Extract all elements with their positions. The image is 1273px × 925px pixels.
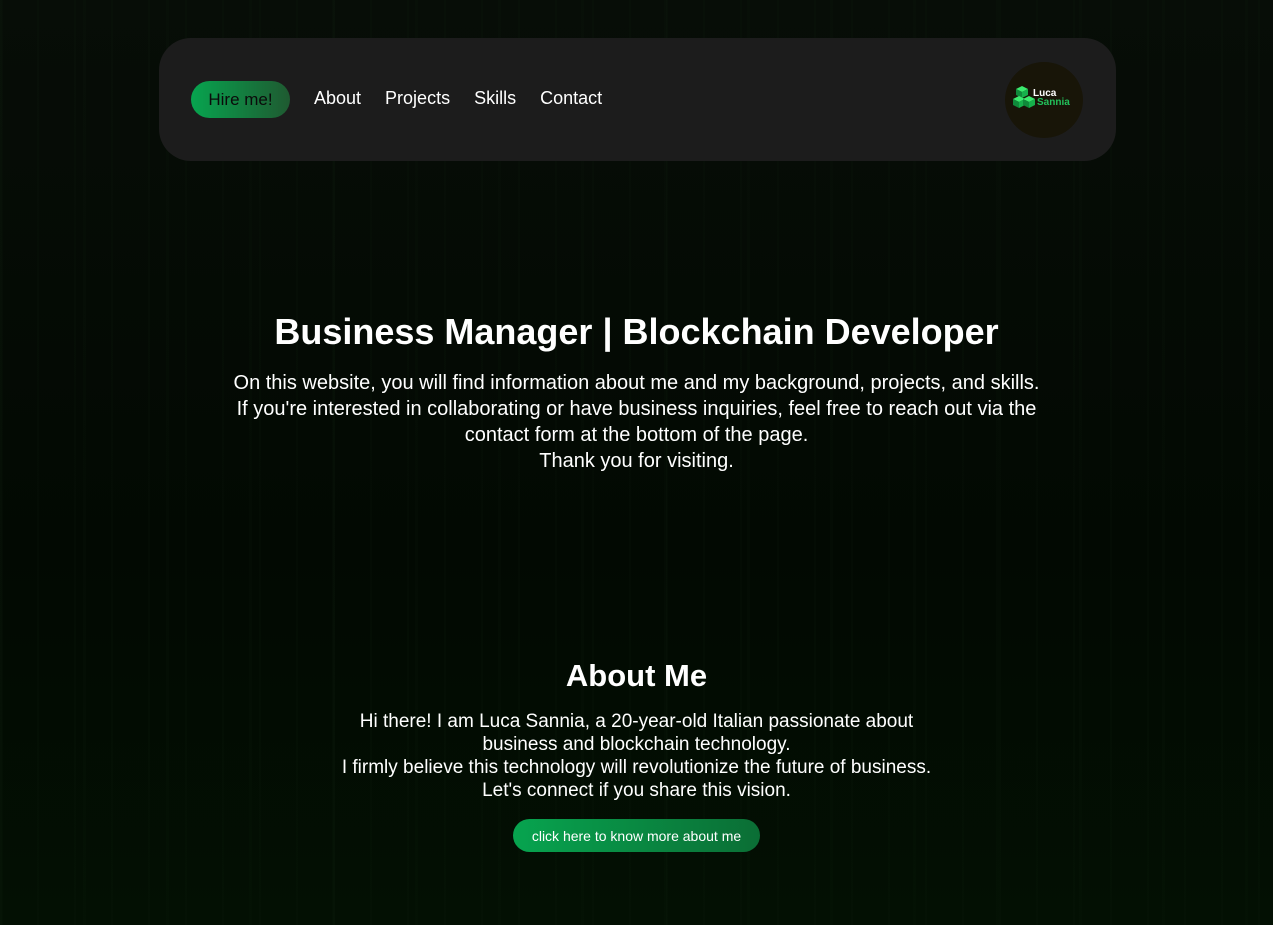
nav-link-contact[interactable]: Contact	[540, 88, 602, 109]
hero-description: On this website, you will find informati…	[0, 370, 1273, 474]
hero-line: If you're interested in collaborating or…	[236, 398, 1037, 420]
about-description: Hi there! I am Luca Sannia, a 20-year-ol…	[0, 710, 1273, 802]
hero-line: contact form at the bottom of the page.	[464, 424, 809, 446]
hero-line: On this website, you will find informati…	[233, 372, 1040, 394]
hire-me-button[interactable]: Hire me!	[191, 81, 290, 118]
know-more-button[interactable]: click here to know more about me	[513, 819, 760, 852]
nav-link-projects[interactable]: Projects	[385, 88, 450, 109]
hero-line: Thank you for visiting.	[539, 450, 734, 472]
navbar: Hire me! About Projects Skills Contact L…	[159, 38, 1116, 161]
about-line: business and blockchain technology.	[482, 734, 791, 755]
nav-link-skills[interactable]: Skills	[474, 88, 516, 109]
about-title: About Me	[565, 658, 708, 693]
hero-section: Business Manager | Blockchain Developer …	[0, 310, 1273, 474]
hero-title: Business Manager | Blockchain Developer	[274, 311, 999, 352]
nav-links: About Projects Skills Contact	[314, 88, 602, 109]
logo[interactable]: Luca Sannia	[1005, 62, 1083, 138]
nav-link-about[interactable]: About	[314, 88, 361, 109]
logo-last-name: Sannia	[1037, 97, 1070, 108]
about-line: I firmly believe this technology will re…	[341, 757, 932, 778]
about-line: Let's connect if you share this vision.	[482, 780, 791, 801]
logo-text: Luca Sannia	[1033, 89, 1070, 108]
about-section: About Me Hi there! I am Luca Sannia, a 2…	[0, 656, 1273, 852]
about-line: Hi there! I am Luca Sannia, a 20-year-ol…	[359, 711, 914, 732]
